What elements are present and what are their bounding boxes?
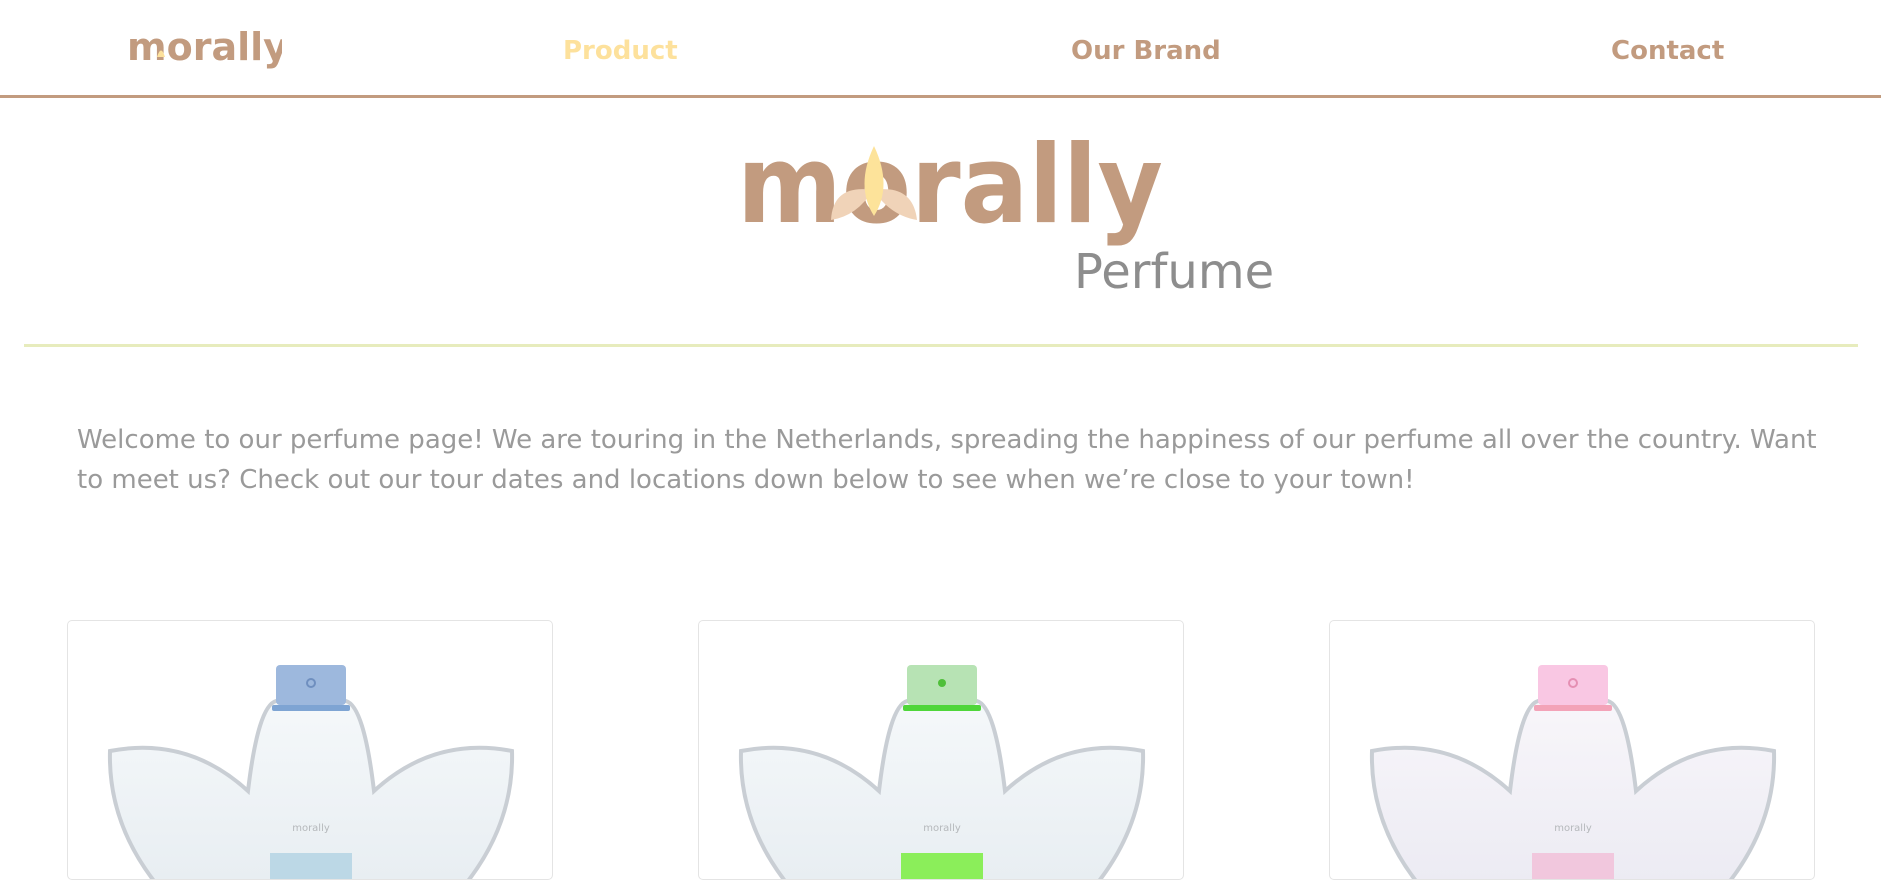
hero-logo-text: morally (737, 126, 1163, 248)
nav-link-our-brand[interactable]: Our Brand (1071, 36, 1221, 66)
hero-logo: morally (737, 126, 1163, 248)
bottle-label: morally (1554, 823, 1592, 834)
bottle-label: morally (292, 823, 330, 834)
top-navigation: morally Product Our Brand Contact (0, 0, 1881, 98)
bottle-cap (1538, 665, 1608, 705)
nav-link-product[interactable]: Product (563, 36, 678, 66)
hero-subtitle: Perfume (1074, 244, 1275, 300)
bottle-band (901, 853, 983, 879)
brand-logo-text: morally (127, 28, 282, 69)
product-card-pink[interactable]: morally (1329, 620, 1815, 880)
bottle-band (270, 853, 352, 879)
bottle-label: morally (923, 823, 961, 834)
product-card-green[interactable]: morally (698, 620, 1184, 880)
perfume-bottle-image: morally (738, 665, 1146, 879)
product-card-blue[interactable]: morally (67, 620, 553, 880)
bottle-band (1532, 853, 1614, 879)
brand-logo[interactable]: morally (127, 28, 282, 80)
perfume-bottle-image: morally (107, 665, 515, 879)
intro-text: Welcome to our perfume page! We are tour… (77, 425, 1817, 495)
section-divider (24, 344, 1858, 347)
perfume-bottle-image: morally (1369, 665, 1777, 879)
nav-link-contact[interactable]: Contact (1611, 36, 1724, 66)
bottle-cap (276, 665, 346, 705)
